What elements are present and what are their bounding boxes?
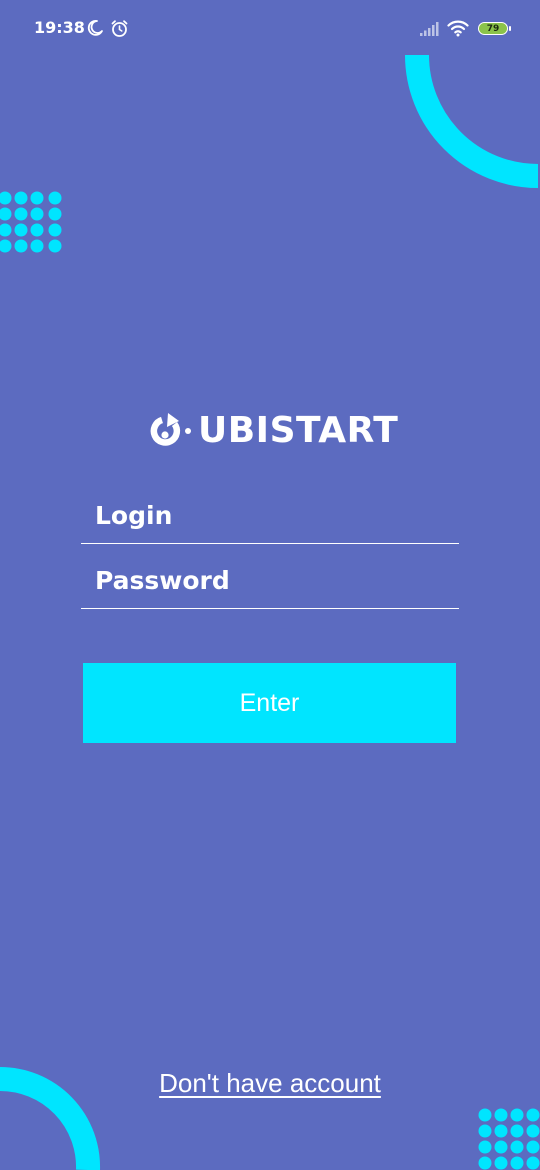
battery-level: 79 [486,23,500,34]
wifi-icon [447,20,469,37]
refresh-logo-icon [150,413,191,446]
login-field [81,492,459,544]
left-dots-decoration [0,191,62,253]
status-time: 19:38 [34,18,85,37]
logo-text: UBISTART [198,410,399,451]
enter-button[interactable]: Enter [83,663,456,743]
signup-link[interactable]: Don't have account [0,1068,540,1099]
login-input[interactable] [95,492,455,538]
signal-icon [420,22,439,36]
top-right-arc-decoration [405,54,539,188]
battery-icon: 79 [478,22,508,35]
moon-icon [87,20,103,36]
app-logo: UBISTART [148,408,398,454]
password-field [81,557,459,609]
bottom-right-dots-decoration [478,1108,540,1170]
password-input[interactable] [95,557,455,603]
alarm-icon [111,20,128,37]
battery-tip [509,26,511,31]
